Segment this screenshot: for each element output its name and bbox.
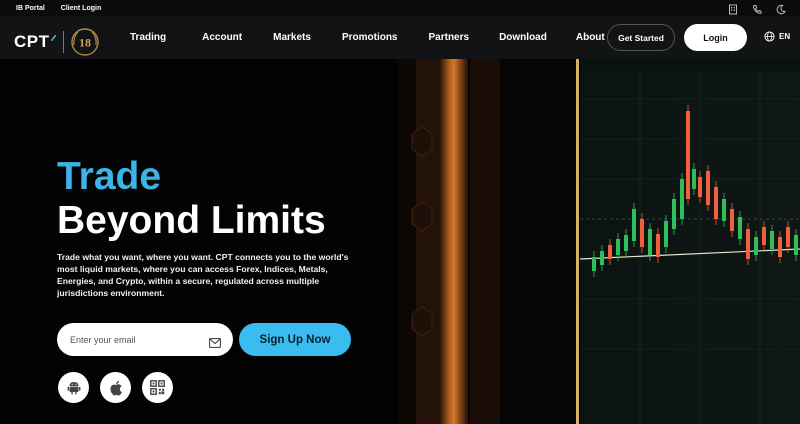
- background-candle: [754, 237, 758, 255]
- hero-description: Trade what you want, where you want. CPT…: [57, 252, 349, 298]
- background-candle: [624, 235, 628, 251]
- globe-icon: [764, 31, 775, 42]
- utility-icons: [728, 2, 786, 15]
- language-selector[interactable]: EN: [764, 31, 790, 42]
- building-icon[interactable]: [728, 2, 738, 15]
- cpt-logo[interactable]: CPT 18: [14, 27, 100, 57]
- background-candle: [686, 111, 690, 199]
- qr-code-icon: [150, 380, 165, 395]
- background-candle: [762, 227, 766, 245]
- nav-item-promotions[interactable]: Promotions: [342, 32, 398, 43]
- background-candle: [608, 245, 612, 259]
- moon-icon[interactable]: [776, 2, 786, 15]
- login-button[interactable]: Login: [684, 24, 747, 51]
- background-candle: [770, 231, 774, 249]
- badge-number: 18: [79, 36, 91, 50]
- android-icon: [67, 382, 80, 395]
- apple-icon: [109, 380, 122, 396]
- nav-item-trading[interactable]: Trading: [130, 32, 166, 43]
- get-started-button[interactable]: Get Started: [607, 24, 675, 51]
- sign-up-button[interactable]: Sign Up Now: [239, 323, 351, 356]
- background-candle: [706, 171, 710, 205]
- background-candle: [680, 179, 684, 219]
- ios-app-button[interactable]: [100, 372, 131, 403]
- client-login-link[interactable]: Client Login: [61, 5, 101, 12]
- logo-divider: [62, 31, 64, 53]
- logo-accent-mark: [50, 35, 56, 41]
- background-candle: [746, 229, 750, 259]
- background-candle: [722, 199, 726, 221]
- email-input[interactable]: [70, 334, 200, 345]
- qr-download-button[interactable]: [142, 372, 173, 403]
- background-candle: [714, 187, 718, 219]
- nav-item-download[interactable]: Download: [499, 32, 547, 43]
- hero-headline-main: Beyond Limits: [57, 199, 326, 242]
- background-candle: [692, 169, 696, 189]
- nav-item-account[interactable]: Account: [202, 32, 242, 43]
- background-candle: [672, 199, 676, 229]
- ib-portal-link[interactable]: IB Portal: [16, 5, 45, 12]
- nav-item-partners[interactable]: Partners: [429, 32, 470, 43]
- background-candle: [640, 219, 644, 247]
- android-app-button[interactable]: [58, 372, 89, 403]
- nav-menu: Trading Account Markets Promotions Partn…: [112, 16, 605, 59]
- background-candle: [778, 237, 782, 257]
- background-candle: [600, 251, 604, 265]
- background-candle: [656, 234, 660, 257]
- background-candle: [632, 209, 636, 241]
- background-candle: [616, 239, 620, 255]
- language-label: EN: [779, 32, 791, 41]
- logo-text: CPT: [14, 32, 50, 51]
- background-candle: [592, 257, 596, 271]
- utility-bar: IB Portal Client Login: [0, 0, 800, 16]
- background-candle: [730, 209, 734, 231]
- anniversary-badge-icon: 18: [70, 27, 100, 57]
- main-nav: CPT 18 Trading Account Markets Promotion…: [0, 16, 800, 59]
- background-candle: [698, 177, 702, 197]
- background-candle: [648, 229, 652, 255]
- background-candle: [786, 227, 790, 247]
- hero-headline-accent: Trade: [57, 155, 162, 198]
- phone-icon[interactable]: [752, 2, 762, 14]
- hero-section: Trade Beyond Limits Trade what you want,…: [0, 59, 800, 424]
- background-candle: [794, 235, 798, 255]
- nav-item-about[interactable]: About: [576, 32, 605, 43]
- nav-item-markets[interactable]: Markets: [273, 32, 311, 43]
- background-candle: [738, 217, 742, 239]
- mail-icon: [209, 335, 221, 348]
- email-field[interactable]: [57, 323, 233, 356]
- background-candle: [664, 221, 668, 247]
